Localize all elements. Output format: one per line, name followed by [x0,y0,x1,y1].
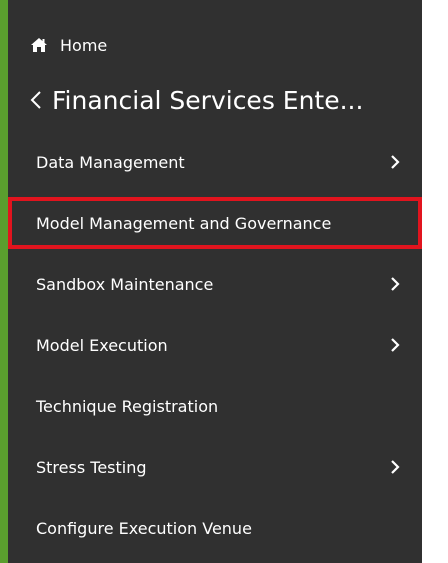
home-link[interactable]: Home [30,30,107,60]
back-to-parent-link[interactable]: Financial Services Ente... [30,78,363,122]
navigation-sidebar: Home Financial Services Ente... Data Man… [0,0,422,563]
menu-item-configure-execution-venue[interactable]: Configure Execution Venue [8,502,422,554]
submenu-list: Data Management Model Management and Gov… [8,136,422,563]
sidebar-accent-bar [0,0,8,563]
menu-item-model-management-and-governance[interactable]: Model Management and Governance [8,197,422,249]
menu-item-stress-testing[interactable]: Stress Testing [8,441,422,493]
chevron-right-icon [390,459,402,475]
parent-section-title: Financial Services Ente... [52,85,364,115]
menu-item-sandbox-maintenance[interactable]: Sandbox Maintenance [8,258,422,310]
chevron-right-icon [390,276,402,292]
chevron-right-icon [390,154,402,170]
menu-item-model-execution[interactable]: Model Execution [8,319,422,371]
menu-item-label: Sandbox Maintenance [36,274,214,294]
menu-item-label: Configure Execution Venue [36,518,252,538]
home-icon [30,36,50,54]
menu-item-label: Model Execution [36,335,168,355]
menu-item-data-management[interactable]: Data Management [8,136,422,188]
menu-item-label: Model Management and Governance [36,213,332,233]
menu-item-label: Technique Registration [36,396,219,416]
chevron-left-icon [30,89,44,111]
menu-item-technique-registration[interactable]: Technique Registration [8,380,422,432]
menu-item-label: Stress Testing [36,457,147,477]
menu-item-label: Data Management [36,152,185,172]
home-label: Home [60,35,108,55]
chevron-right-icon [390,337,402,353]
